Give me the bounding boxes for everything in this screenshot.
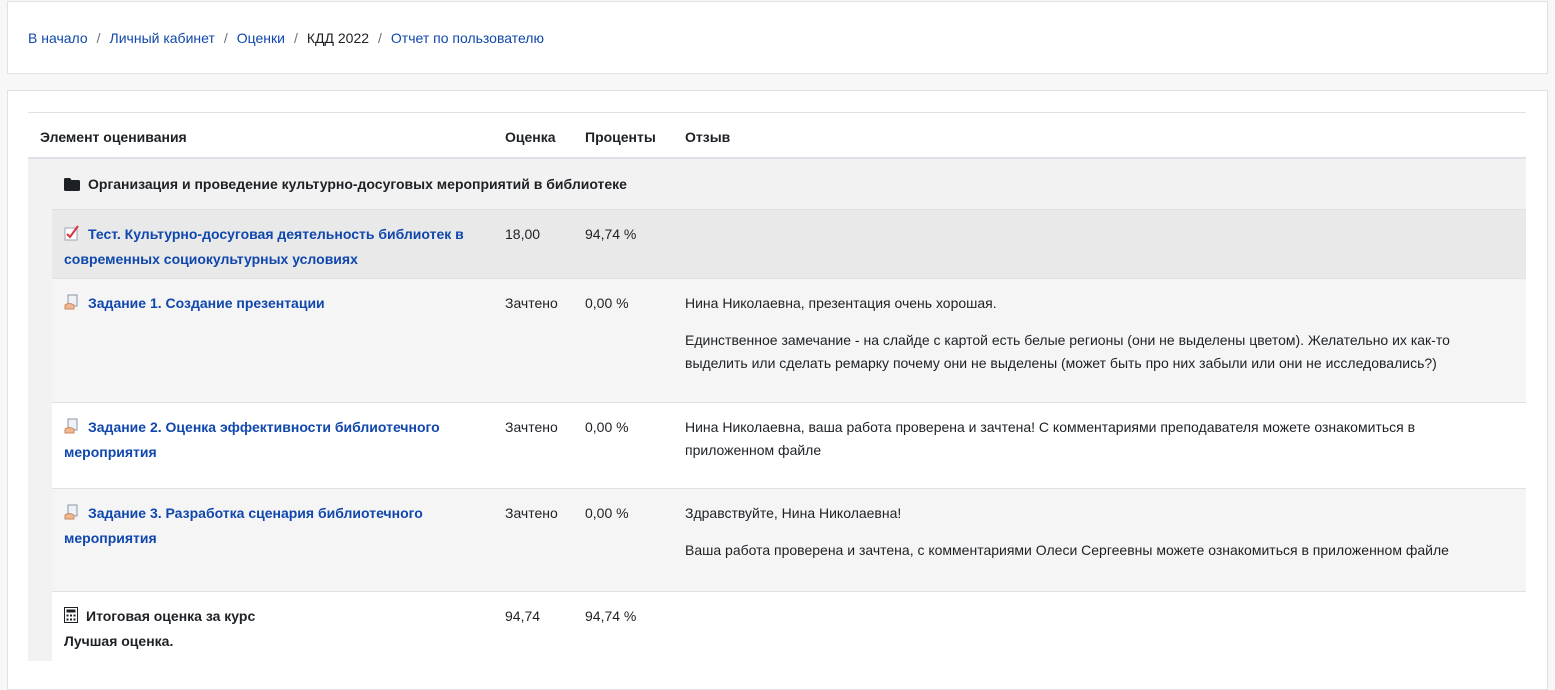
breadcrumb-course: КДД 2022 <box>306 30 370 46</box>
assignment-link[interactable]: Задание 3. Разработка сценария библиотеч… <box>64 505 423 546</box>
percentage-value: 0,00 % <box>585 419 629 435</box>
grade-item-row: Задание 2. Оценка эффективности библиоте… <box>52 402 1526 488</box>
header-percentage: Проценты <box>585 129 656 145</box>
feedback-text: Нина Николаевна, презентация очень хорош… <box>685 295 1450 371</box>
category-title: Организация и проведение культурно-досуг… <box>88 176 627 192</box>
breadcrumb-separator: / <box>223 30 228 46</box>
grade-value: Зачтено <box>505 505 558 521</box>
assignment-link[interactable]: Задание 2. Оценка эффективности библиоте… <box>64 419 440 460</box>
header-grade-item: Элемент оценивания <box>40 129 187 145</box>
breadcrumb-user-report[interactable]: Отчет по пользователю <box>391 30 544 46</box>
breadcrumb-separator: / <box>378 30 382 46</box>
grade-item-row: Задание 1. Создание презентации Зачтено … <box>52 278 1526 402</box>
breadcrumb-home[interactable]: В начало <box>28 30 88 46</box>
feedback-text: Нина Николаевна, ваша работа проверена и… <box>685 419 1416 458</box>
grade-value: Зачтено <box>505 419 558 435</box>
header-feedback: Отзыв <box>685 129 731 145</box>
category-indent <box>28 209 52 661</box>
assignment-icon <box>64 504 80 527</box>
table-header: Элемент оценивания Оценка Проценты Отзыв <box>28 112 1526 159</box>
quiz-link[interactable]: Тест. Культурно-досуговая деятельность б… <box>64 226 464 267</box>
breadcrumb-grades[interactable]: Оценки <box>237 30 285 46</box>
breadcrumb: В начало / Личный кабинет / Оценки / КДД… <box>28 30 544 46</box>
course-total-title: Итоговая оценка за курс <box>86 608 256 624</box>
percentage-value: 0,00 % <box>585 505 629 521</box>
breadcrumb-card: В начало / Личный кабинет / Оценки / КДД… <box>7 1 1548 74</box>
course-total-row: Итоговая оценка за курс Лучшая оценка. 94… <box>52 591 1526 661</box>
feedback-text: Здравствуйте, Нина Николаевна! Ваша рабо… <box>685 505 1449 558</box>
grade-value: 18,00 <box>505 226 541 242</box>
percentage-value: 94,74 % <box>585 226 637 242</box>
breadcrumb-separator: / <box>293 30 298 46</box>
quiz-icon <box>64 225 80 248</box>
course-total-subtitle: Лучшая оценка. <box>64 633 174 649</box>
grade-value: Зачтено <box>505 295 558 311</box>
assignment-icon <box>64 418 80 441</box>
user-report-card: Элемент оценивания Оценка Проценты Отзыв… <box>7 90 1548 690</box>
grade-value: 94,74 <box>505 608 541 624</box>
category-row: Организация и проведение культурно-досуг… <box>28 159 1526 209</box>
percentage-value: 94,74 % <box>585 608 637 624</box>
breadcrumb-separator: / <box>96 30 101 46</box>
assignment-link[interactable]: Задание 1. Создание презентации <box>88 295 325 311</box>
folder-icon <box>64 175 80 198</box>
header-grade: Оценка <box>505 129 556 145</box>
breadcrumb-dashboard[interactable]: Личный кабинет <box>110 30 215 46</box>
grade-item-row: Тест. Культурно-досуговая деятельность б… <box>52 209 1526 278</box>
percentage-value: 0,00 % <box>585 295 629 311</box>
assignment-icon <box>64 294 80 317</box>
grade-item-row: Задание 3. Разработка сценария библиотеч… <box>52 488 1526 591</box>
calculator-icon <box>64 607 78 630</box>
